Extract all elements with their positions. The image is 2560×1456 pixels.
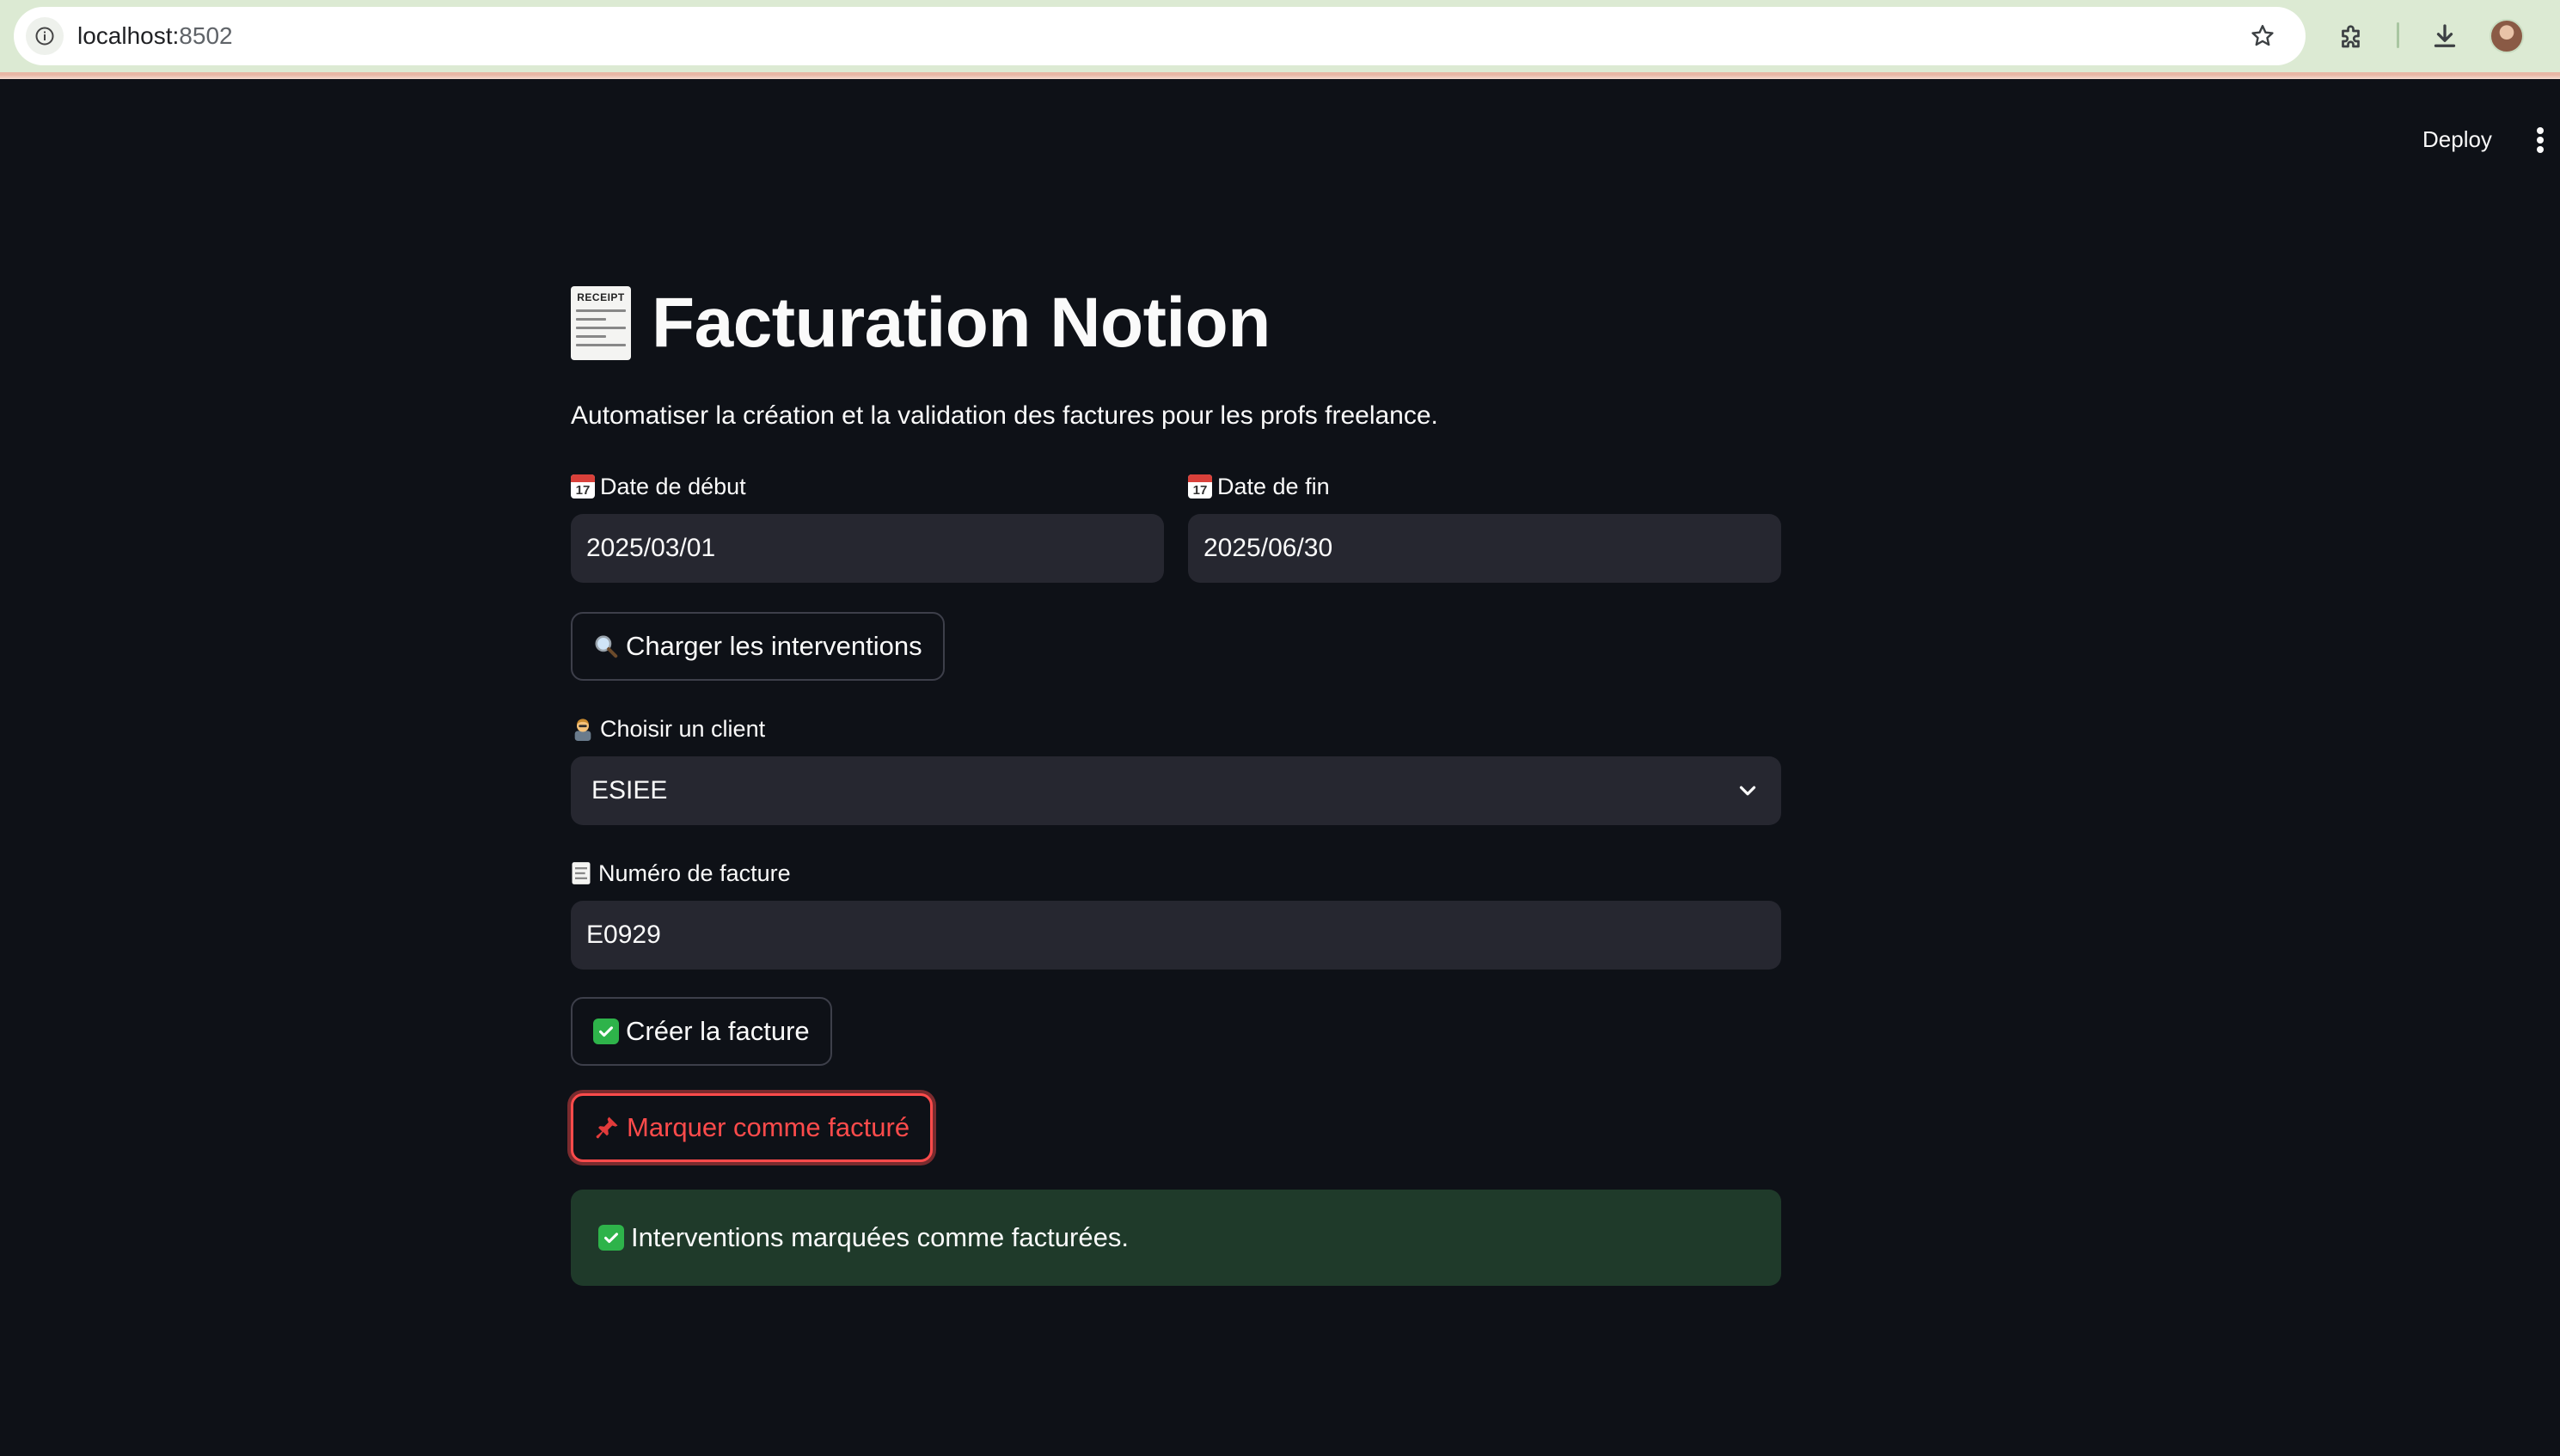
chevron-down-icon [1735,778,1761,804]
load-interventions-button[interactable]: Charger les interventions [571,612,945,681]
mark-invoiced-label: Marquer comme facturé [627,1112,910,1142]
magnifying-glass-icon [593,633,619,659]
url-host: localhost: [77,22,180,49]
main-menu-icon[interactable] [2527,125,2553,155]
invoice-number-label: Numéro de facture [571,858,791,889]
end-date-value: 2025/06/30 [1203,534,1333,562]
person-icon [571,717,595,741]
calendar-icon: 17 [571,474,595,499]
memo-icon [571,861,591,885]
client-label: Choisir un client [571,713,765,744]
profile-avatar[interactable] [2490,19,2524,53]
end-date-input[interactable]: 2025/06/30 [1188,514,1781,583]
invoice-number-value: E0929 [586,921,661,949]
star-icon[interactable] [2249,22,2276,50]
check-mark-icon [598,1225,624,1251]
success-alert: Interventions marquées comme facturées. [571,1190,1781,1286]
receipt-icon-text: RECEIPT [577,291,625,303]
client-select[interactable]: ESIEE [571,756,1781,825]
info-icon[interactable] [26,17,64,55]
start-date-value: 2025/03/01 [586,534,716,562]
toolbar-divider [2397,22,2399,48]
puzzle-icon[interactable] [2333,17,2371,55]
page-loading-stripe [0,72,2560,79]
start-date-input[interactable]: 2025/03/01 [571,514,1164,583]
start-date-label: 17 Date de début [571,471,746,502]
page-title: Facturation Notion [652,284,1271,362]
url-port: 8502 [179,22,233,49]
download-icon[interactable] [2426,17,2464,55]
pushpin-icon [594,1115,620,1141]
page-subtitle: Automatiser la création et la validation… [571,401,1438,430]
success-message: Interventions marquées comme facturées. [631,1222,1129,1252]
calendar-icon: 17 [1188,474,1212,499]
invoice-number-label-text: Numéro de facture [598,860,791,886]
client-label-text: Choisir un client [600,716,766,742]
check-mark-icon [593,1019,619,1044]
mark-invoiced-button[interactable]: Marquer comme facturé [571,1093,934,1162]
browser-toolbar: localhost:8502 [0,0,2560,72]
invoice-number-input[interactable]: E0929 [571,901,1781,970]
receipt-icon: RECEIPT [571,286,631,360]
load-interventions-label: Charger les interventions [626,631,922,661]
end-date-label-text: Date de fin [1217,474,1330,499]
address-bar[interactable]: localhost:8502 [14,7,2306,65]
end-date-label: 17 Date de fin [1188,471,1330,502]
create-invoice-label: Créer la facture [626,1016,810,1046]
start-date-label-text: Date de début [600,474,746,499]
client-select-value: ESIEE [591,776,668,804]
page-title-row: RECEIPT Facturation Notion [571,273,1271,373]
deploy-button[interactable]: Deploy [2407,120,2508,158]
url-text[interactable]: localhost:8502 [77,7,233,65]
create-invoice-button[interactable]: Créer la facture [571,997,832,1066]
